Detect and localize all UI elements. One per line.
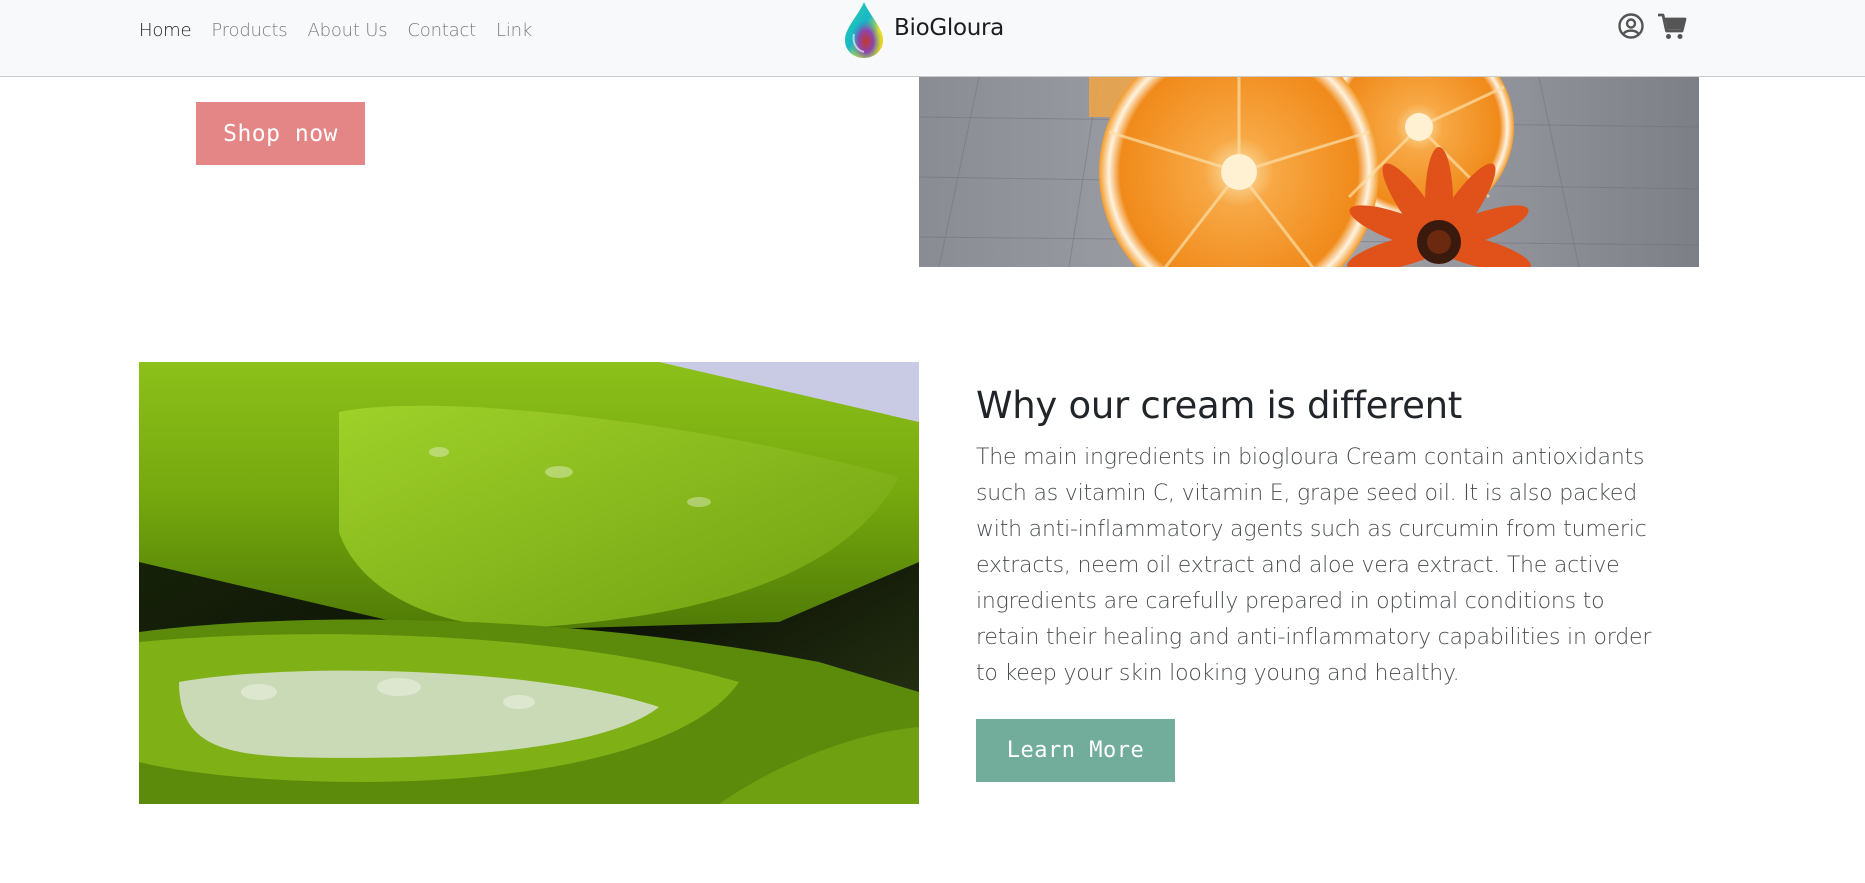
shopping-cart-icon[interactable] (1657, 12, 1687, 40)
nav-link-contact[interactable]: Contact (407, 20, 476, 41)
nav-link-about-us[interactable]: About Us (307, 20, 387, 41)
drop-logo-icon (845, 2, 883, 58)
shop-now-button[interactable]: Shop now (196, 102, 365, 165)
aloe-vera-image (139, 362, 919, 804)
oranges-image (919, 77, 1699, 267)
user-circle-icon[interactable] (1617, 12, 1645, 40)
top-navbar: Home Products About Us Contact Link BioG… (0, 0, 1865, 77)
section-body: The main ingredients in biogloura Cream … (976, 445, 1652, 686)
nav-link-home[interactable]: Home (139, 20, 192, 41)
brand[interactable]: BioGloura (840, 0, 1004, 60)
learn-more-button[interactable]: Learn More (976, 719, 1175, 782)
section-title: Why our cream is different (976, 384, 1462, 427)
nav-links: Home Products About Us Contact Link (139, 20, 552, 41)
nav-link-products[interactable]: Products (211, 20, 287, 41)
nav-icons (1617, 12, 1687, 40)
brand-name: BioGloura (894, 15, 1004, 41)
nav-link-link[interactable]: Link (496, 20, 532, 41)
